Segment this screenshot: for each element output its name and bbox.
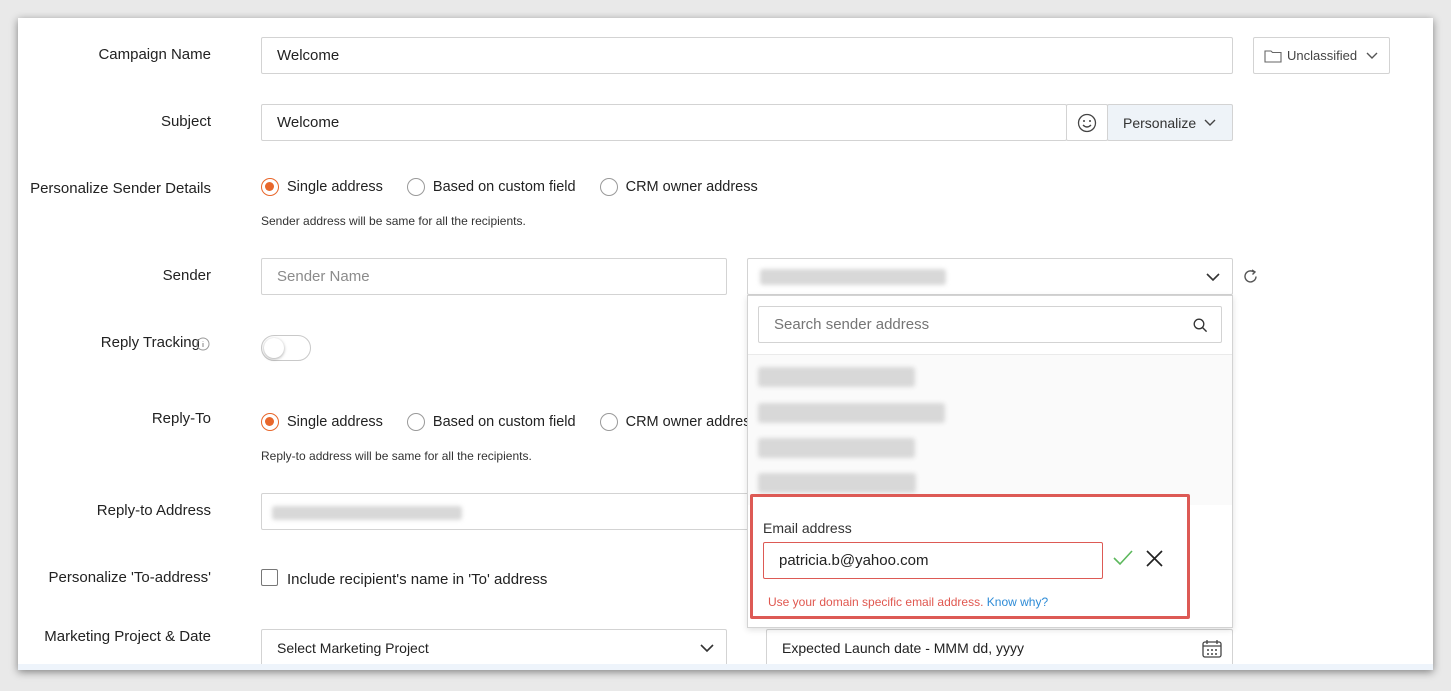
chevron-down-icon: [1206, 273, 1220, 282]
folder-icon: [1264, 49, 1282, 63]
confirm-check-icon[interactable]: [1112, 549, 1134, 567]
sender-option[interactable]: [758, 403, 945, 423]
personalize-button[interactable]: Personalize: [1107, 104, 1233, 141]
radio-label: CRM owner address: [625, 179, 758, 195]
chevron-down-icon: [1366, 52, 1378, 60]
refresh-icon[interactable]: [1242, 268, 1259, 285]
search-icon[interactable]: [1193, 318, 1208, 333]
reply-tracking-label: Reply Tracking: [100, 334, 200, 351]
redacted-address: [760, 269, 946, 285]
sender-search-input[interactable]: [774, 316, 1174, 333]
launch-date-placeholder: Expected Launch date - MMM dd, yyyy: [782, 639, 1024, 656]
checkbox-icon: [261, 569, 278, 586]
folder-dropdown[interactable]: Unclassified: [1253, 37, 1390, 74]
redacted-address: [272, 506, 462, 520]
reply-to-address-label: Reply-to Address: [96, 502, 211, 519]
radio-selected-icon: [261, 178, 279, 196]
sender-options-list: [748, 355, 1232, 505]
email-warning: Use your domain specific email address. …: [768, 595, 1048, 609]
email-address-label: Email address: [763, 520, 852, 536]
sender-label: Sender: [162, 267, 211, 284]
radio-icon: [599, 413, 618, 431]
marketing-project-select[interactable]: Select Marketing Project: [261, 629, 727, 666]
close-icon[interactable]: [1145, 549, 1164, 568]
checkbox-label: Include recipient's name in 'To' address: [287, 571, 548, 588]
chevron-down-icon: [700, 644, 714, 653]
campaign-form-window: Campaign Name Welcome Unclassified Subje…: [18, 18, 1433, 670]
radio-label: Single address: [287, 414, 383, 430]
reply-to-label: Reply-To: [151, 410, 211, 427]
personalize-sender-label: Personalize Sender Details: [30, 180, 211, 197]
personalize-to-label: Personalize 'To-address': [48, 569, 211, 586]
marketing-label: Marketing Project & Date: [44, 628, 211, 645]
warning-text: Use your domain specific email address.: [768, 595, 984, 609]
sender-radio-single[interactable]: Single address: [261, 178, 383, 196]
sender-name-input[interactable]: Sender Name: [261, 258, 727, 295]
radio-icon: [406, 178, 425, 196]
sender-option[interactable]: [758, 367, 915, 387]
email-address-input[interactable]: patricia.b@yahoo.com: [763, 542, 1103, 579]
chevron-down-icon: [1204, 119, 1216, 127]
marketing-project-placeholder: Select Marketing Project: [277, 639, 429, 656]
campaign-name-label: Campaign Name: [98, 46, 211, 63]
radio-label: Based on custom field: [432, 414, 576, 430]
sender-search-box[interactable]: [758, 306, 1222, 343]
smiley-icon: [1077, 113, 1097, 133]
radio-icon: [599, 178, 618, 196]
subject-label: Subject: [160, 113, 211, 130]
add-email-panel: Email address patricia.b@yahoo.com Use y…: [750, 494, 1190, 619]
sender-address-select[interactable]: [747, 258, 1233, 295]
reply-to-radio-group: Single address Based on custom field CRM…: [261, 413, 782, 431]
reply-radio-custom-field[interactable]: Based on custom field: [406, 413, 576, 431]
emoji-button[interactable]: [1066, 104, 1108, 141]
sender-radio-crm-owner[interactable]: CRM owner address: [599, 178, 758, 196]
sender-hint: Sender address will be same for all the …: [261, 214, 526, 228]
sender-option[interactable]: [758, 473, 916, 493]
radio-label: Single address: [287, 179, 383, 195]
radio-icon: [406, 413, 425, 431]
info-icon: [196, 337, 210, 351]
bottom-strip: [18, 664, 1433, 670]
radio-label: Based on custom field: [432, 179, 576, 195]
include-name-checkbox[interactable]: Include recipient's name in 'To' address: [261, 569, 548, 588]
sender-radio-custom-field[interactable]: Based on custom field: [406, 178, 576, 196]
radio-label: CRM owner address: [625, 414, 758, 430]
reply-radio-single[interactable]: Single address: [261, 413, 383, 431]
radio-selected-icon: [261, 413, 279, 431]
reply-to-hint: Reply-to address will be same for all th…: [261, 449, 532, 463]
personalize-label: Personalize: [1123, 114, 1197, 131]
launch-date-input[interactable]: Expected Launch date - MMM dd, yyyy: [766, 629, 1233, 666]
subject-input[interactable]: Welcome: [261, 104, 1067, 141]
campaign-name-input[interactable]: Welcome: [261, 37, 1233, 74]
reply-radio-crm-owner[interactable]: CRM owner address: [599, 413, 758, 431]
know-why-link[interactable]: Know why?: [987, 595, 1048, 609]
reply-tracking-toggle[interactable]: [261, 335, 311, 361]
sender-option[interactable]: [758, 438, 915, 458]
folder-label: Unclassified: [1287, 48, 1358, 63]
calendar-icon[interactable]: [1202, 639, 1222, 658]
sender-radio-group: Single address Based on custom field CRM…: [261, 178, 782, 196]
reply-to-address-input[interactable]: [261, 493, 761, 530]
toggle-knob: [264, 338, 284, 358]
